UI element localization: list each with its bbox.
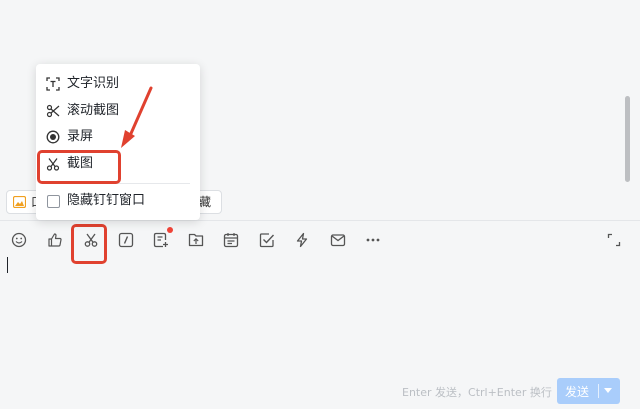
doc-plus-icon — [153, 232, 168, 248]
more-icon — [366, 238, 380, 242]
favorites-chip-label: 藏 — [199, 195, 212, 209]
task-button[interactable] — [256, 229, 278, 251]
send-button-label: 发送 — [565, 385, 590, 399]
record-screen-icon — [46, 130, 60, 144]
menu-item-label: 文字识别 — [67, 76, 120, 91]
send-button-separator — [598, 384, 599, 398]
image-icon — [13, 196, 26, 208]
emoji-icon — [11, 232, 27, 248]
slash-command-button[interactable] — [115, 229, 137, 251]
expand-icon — [607, 233, 621, 247]
upload-button[interactable] — [185, 229, 207, 251]
emoji-button[interactable] — [8, 229, 30, 251]
menu-item-label: 录屏 — [67, 129, 94, 144]
like-button[interactable] — [44, 229, 66, 251]
hide-window-label: 隐藏钉钉窗口 — [67, 193, 146, 208]
text-cursor — [7, 257, 8, 273]
expand-button[interactable] — [603, 229, 625, 251]
mail-icon — [330, 234, 346, 247]
send-hint: Enter 发送，Ctrl+Enter 换行 — [402, 386, 552, 399]
lightning-icon — [296, 232, 308, 248]
mail-button[interactable] — [327, 229, 349, 251]
arrow-annotation — [121, 86, 153, 148]
send-button[interactable]: 发送 — [557, 378, 620, 404]
thumbs-up-icon — [48, 233, 62, 247]
hide-window-checkbox[interactable] — [47, 195, 60, 208]
composer-divider — [0, 220, 640, 221]
notification-badge — [167, 227, 173, 233]
text-recognition-icon — [46, 77, 60, 91]
scissors-highlight-annotation — [71, 224, 107, 264]
slash-command-icon — [118, 232, 134, 248]
chevron-down-icon[interactable] — [604, 388, 612, 393]
screenshot-highlight-annotation — [37, 150, 121, 184]
more-button[interactable] — [362, 229, 384, 251]
scrollbar-thumb[interactable] — [625, 96, 630, 182]
upload-icon — [188, 233, 204, 247]
ding-button[interactable] — [291, 229, 313, 251]
calendar-button[interactable] — [220, 229, 242, 251]
task-check-icon — [259, 233, 275, 248]
menu-item-label: 滚动截图 — [67, 103, 120, 118]
calendar-icon — [223, 233, 239, 248]
scroll-screenshot-icon — [46, 104, 60, 118]
